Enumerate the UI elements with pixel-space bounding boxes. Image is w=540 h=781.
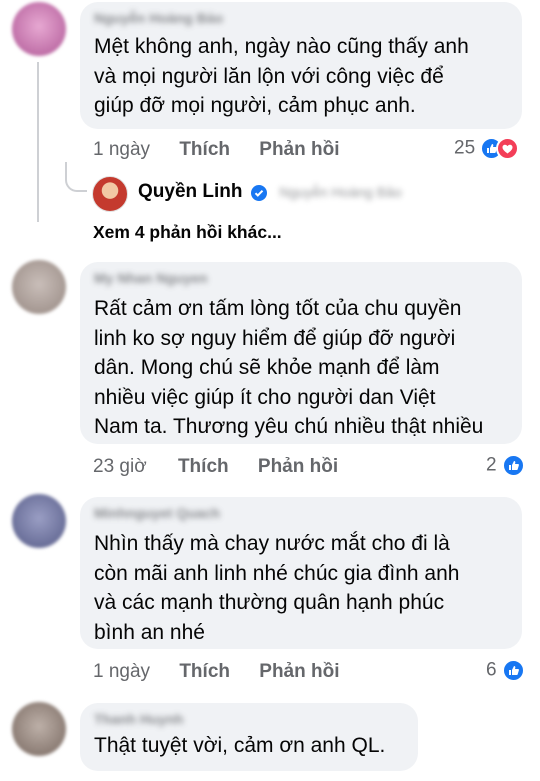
commenter-avatar[interactable] xyxy=(12,702,66,756)
comment-time[interactable]: 1 ngày xyxy=(93,661,150,683)
reaction-count[interactable]: 2 xyxy=(486,454,525,477)
reaction-count[interactable]: 25 xyxy=(454,137,520,160)
reply-button[interactable]: Phản hồi xyxy=(258,456,338,478)
comment-author[interactable]: Nguyễn Hoàng Bảo xyxy=(94,10,508,26)
comment-bubble: My Nhan Nguyen Rất cảm ơn tấm lòng tốt c… xyxy=(80,262,522,444)
comment-bubble: Nguyễn Hoàng Bảo Mệt không anh, ngày nào… xyxy=(80,2,522,129)
like-button[interactable]: Thích xyxy=(179,661,230,683)
comment-actions: 1 ngày Thích Phản hồi xyxy=(93,661,340,683)
reaction-number: 25 xyxy=(454,137,476,159)
commenter-avatar[interactable] xyxy=(12,2,66,56)
commenter-avatar[interactable] xyxy=(12,260,66,314)
comment-actions: 23 giờ Thích Phản hồi xyxy=(93,456,338,478)
reply-button[interactable]: Phản hồi xyxy=(259,661,339,683)
verified-badge-icon xyxy=(250,184,267,201)
comment-text: Nhìn thấy mà chay nước mắt cho đi là còn… xyxy=(94,532,460,644)
comment-text: Thật tuyệt vời, cảm ơn anh QL. xyxy=(94,734,386,757)
comment-author[interactable]: Minhnguyet Quach xyxy=(94,505,508,521)
like-button[interactable]: Thích xyxy=(178,456,229,478)
reply-preview[interactable]: Quyền Linh Nguyễn Hoàng Bảo xyxy=(138,181,402,203)
reply-author-avatar[interactable] xyxy=(92,176,128,212)
comment-bubble: Thanh Huynh Thật tuyệt vời, cảm ơn anh Q… xyxy=(80,703,418,771)
comment-bubble: Minhnguyet Quach Nhìn thấy mà chay nước … xyxy=(80,497,522,649)
commenter-avatar[interactable] xyxy=(12,494,66,548)
comment-time[interactable]: 1 ngày xyxy=(93,139,150,161)
comment-time[interactable]: 23 giờ xyxy=(93,456,147,478)
thread-connector xyxy=(37,62,39,222)
comment-author[interactable]: Thanh Huynh xyxy=(94,711,404,727)
comment-text: Mệt không anh, ngày nào cũng thấy anh và… xyxy=(94,35,469,117)
more-replies-link[interactable]: Xem 4 phản hồi khác... xyxy=(93,222,282,243)
reply-connector xyxy=(65,162,87,192)
reaction-count[interactable]: 6 xyxy=(486,659,525,682)
reaction-number: 2 xyxy=(486,454,497,476)
reply-author-name[interactable]: Quyền Linh xyxy=(138,181,243,202)
reply-button[interactable]: Phản hồi xyxy=(259,139,339,161)
reaction-number: 6 xyxy=(486,659,497,681)
comment-text: Rất cảm ơn tấm lòng tốt của chu quyền li… xyxy=(94,297,484,438)
reply-to-name: Nguyễn Hoàng Bảo xyxy=(279,184,402,200)
like-button[interactable]: Thích xyxy=(179,139,230,161)
comment-actions: 1 ngày Thích Phản hồi xyxy=(93,139,340,161)
like-icon xyxy=(501,454,525,477)
love-icon xyxy=(496,137,520,160)
comment-author[interactable]: My Nhan Nguyen xyxy=(94,270,508,286)
like-icon xyxy=(501,659,525,682)
